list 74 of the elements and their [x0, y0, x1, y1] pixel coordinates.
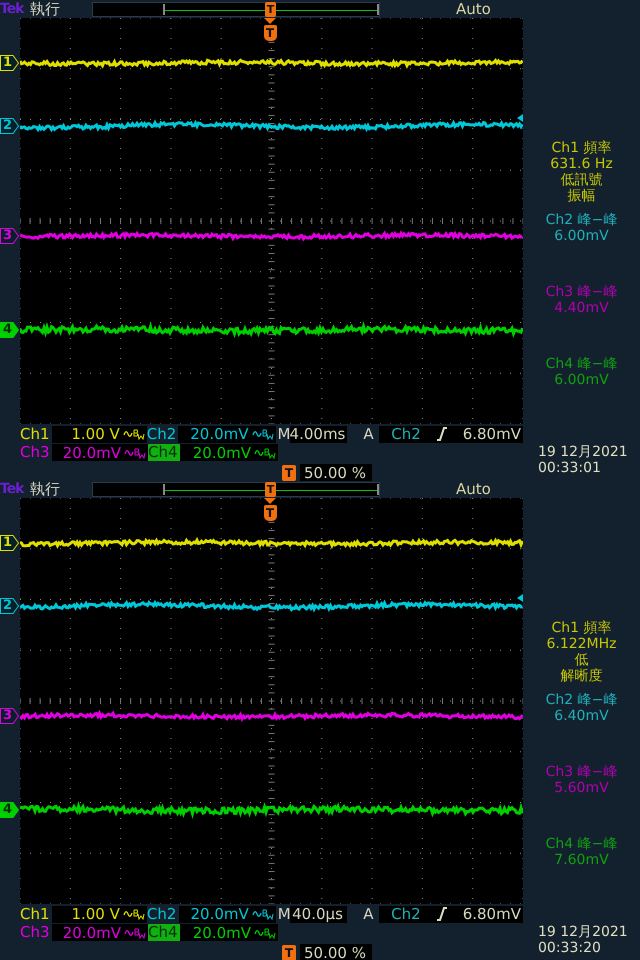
- trigger-position-marker: T: [282, 464, 296, 480]
- scale-value: 1.00 V: [71, 425, 120, 443]
- scale-value: 1.00 V: [71, 905, 120, 923]
- trigger-label: A: [363, 425, 375, 443]
- trigger-position-marker: T: [282, 944, 296, 960]
- channel-marker: 3: [0, 708, 19, 724]
- measurement-text: Ch1 頻率: [551, 620, 612, 636]
- trigger-level: 6.80mV: [462, 905, 521, 923]
- measurement-text: Ch2 峰−峰: [546, 692, 618, 708]
- trigger-marker: T: [265, 482, 276, 496]
- channel-marker: 2: [0, 598, 19, 614]
- time-text: 00:33:01: [538, 460, 602, 476]
- trigger-source: Ch2: [391, 905, 421, 923]
- measurement-text: 6.122MHz: [546, 636, 617, 652]
- scale-value: 20.0mV: [62, 924, 121, 942]
- measurement-text: Ch1 頻率: [551, 140, 612, 156]
- scale-value: 20.0mV: [62, 444, 121, 462]
- trigger-level-icon: [517, 114, 523, 122]
- scale-value: 20.0mV: [192, 924, 251, 942]
- trigger-marker: T: [265, 2, 276, 16]
- timebase-value: 4.00ms: [290, 425, 346, 443]
- channel-marker: 2: [0, 118, 19, 134]
- measurement-text: 振幅: [568, 188, 596, 204]
- measurement-text: 低訊號: [560, 172, 602, 188]
- measurement-text: 5.60mV: [554, 780, 609, 796]
- measurement-text: 6.00mV: [554, 228, 609, 244]
- channel-label[interactable]: Ch4: [148, 444, 180, 461]
- rising-edge-icon: [436, 907, 448, 921]
- measurement-text: 7.60mV: [554, 852, 609, 868]
- brand-logo: Tek: [0, 481, 26, 497]
- scale-value: 20.0mV: [190, 425, 249, 443]
- trigger-level-icon: [517, 594, 523, 602]
- channel-label[interactable]: Ch1: [20, 906, 52, 922]
- channel-label[interactable]: Ch2: [146, 426, 178, 442]
- channel-marker: 1: [0, 55, 19, 71]
- trigger-label: A: [363, 905, 375, 923]
- rising-edge-icon: [436, 427, 448, 441]
- measurement-text: Ch3 峰−峰: [546, 764, 618, 780]
- channel-label[interactable]: Ch4: [148, 924, 180, 941]
- measurement-text: 4.40mV: [554, 300, 609, 316]
- channel-marker: 3: [0, 228, 19, 244]
- measurement-text: Ch4 峰−峰: [546, 356, 618, 372]
- scale-value: 20.0mV: [190, 905, 249, 923]
- time-text: 00:33:20: [538, 940, 602, 956]
- trigger-source: Ch2: [391, 425, 421, 443]
- trigger-level: 6.80mV: [462, 425, 521, 443]
- scale-value: 20.0mV: [192, 444, 251, 462]
- trigger-mode: Auto: [456, 0, 491, 18]
- date-text: 19 12月2021: [538, 924, 629, 940]
- measurement-text: Ch3 峰−峰: [546, 284, 618, 300]
- measurement-text: 6.40mV: [554, 708, 609, 724]
- channel-marker: 4: [0, 322, 19, 338]
- measurement-text: Ch2 峰−峰: [546, 212, 618, 228]
- channel-label[interactable]: Ch1: [20, 426, 52, 442]
- measurement-text: 631.6 Hz: [550, 156, 613, 172]
- measurement-text: Ch4 峰−峰: [546, 836, 618, 852]
- measurement-text: 低: [574, 652, 588, 668]
- run-status: 執行: [30, 480, 61, 498]
- timebase-label: M: [278, 905, 290, 923]
- run-status: 執行: [30, 0, 61, 18]
- trigger-mode: Auto: [456, 480, 491, 498]
- date-text: 19 12月2021: [538, 444, 629, 460]
- channel-label[interactable]: Ch3: [20, 924, 52, 941]
- channel-marker: 1: [0, 535, 19, 551]
- measurement-text: 6.00mV: [554, 372, 609, 388]
- timebase-value: 40.0µs: [292, 905, 343, 923]
- measurement-text: 解晰度: [560, 668, 602, 684]
- channel-label[interactable]: Ch3: [20, 444, 52, 461]
- brand-logo: Tek: [0, 1, 26, 17]
- channel-marker: 4: [0, 802, 19, 818]
- trigger-position: 50.00 %: [304, 464, 366, 482]
- trigger-position: 50.00 %: [304, 944, 366, 960]
- timebase-label: M: [278, 425, 290, 443]
- channel-label[interactable]: Ch2: [146, 906, 179, 922]
